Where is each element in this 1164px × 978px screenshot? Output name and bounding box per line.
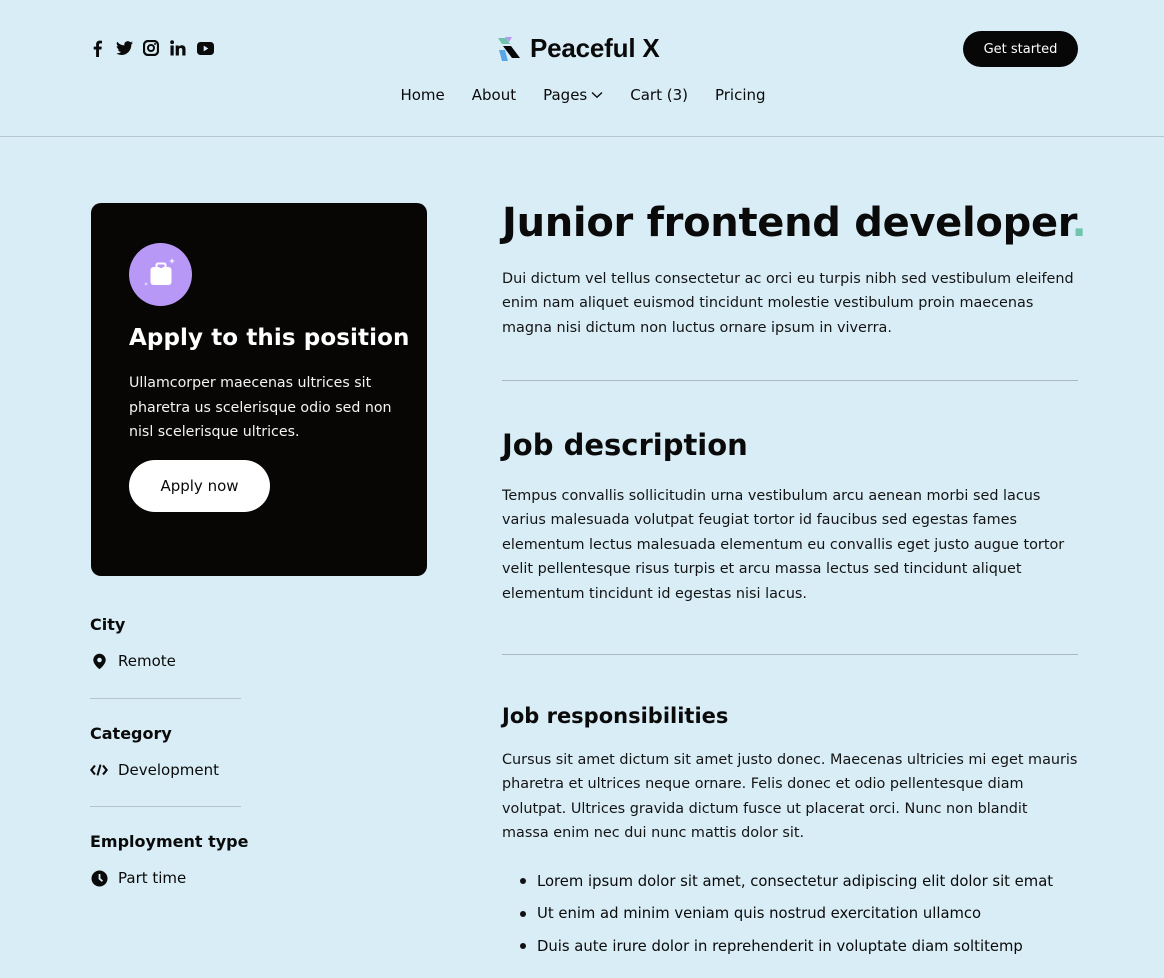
- employment-type-value-text: Part time: [118, 869, 187, 887]
- apply-now-button[interactable]: Apply now: [129, 460, 270, 512]
- nav-cart[interactable]: Cart (3): [630, 86, 688, 104]
- main-nav: Home About Pages Cart (3) Pricing: [0, 86, 1164, 104]
- job-title-dot: .: [1071, 200, 1087, 246]
- list-item-text: Lorem ipsum dolor sit amet, consectetur …: [537, 872, 1054, 890]
- job-description-text: Tempus convallis sollicitudin urna vesti…: [502, 488, 1065, 602]
- apply-card-title: Apply to this position: [129, 325, 410, 351]
- youtube-icon[interactable]: [196, 39, 214, 57]
- bullet-icon: [520, 910, 526, 917]
- nav-pricing[interactable]: Pricing: [715, 86, 766, 104]
- social-links: [88, 39, 214, 57]
- briefcase-icon: [143, 257, 175, 286]
- responsibilities-list: Lorem ipsum dolor sit amet, consectetur …: [520, 865, 1053, 963]
- category-value: Development: [90, 761, 219, 779]
- apply-card-text: Ullamcorper maecenas ultrices sit pharet…: [129, 375, 392, 440]
- apply-card: Apply to this position Ullamcorper maece…: [91, 203, 427, 576]
- list-item-text: Ut enim ad minim veniam quis nostrud exe…: [537, 905, 982, 923]
- job-intro: Dui dictum vel tellus consectetur ac orc…: [502, 271, 1074, 336]
- linkedin-icon[interactable]: [169, 39, 187, 57]
- nav-about[interactable]: About: [472, 86, 516, 104]
- category-value-text: Development: [118, 761, 219, 779]
- city-label: City: [90, 615, 126, 634]
- divider: [502, 380, 1078, 381]
- twitter-icon[interactable]: [115, 39, 133, 57]
- location-pin-icon: [90, 652, 108, 670]
- job-description-heading: Job description: [502, 428, 748, 462]
- divider: [90, 806, 241, 807]
- job-title-text: Junior frontend developer: [502, 200, 1072, 246]
- chevron-down-icon: [591, 91, 603, 99]
- employment-type-value: Part time: [90, 869, 186, 887]
- divider: [502, 654, 1078, 655]
- site-header: Peaceful X Get started Home About Pages …: [0, 0, 1164, 137]
- bullet-icon: [520, 878, 526, 885]
- job-responsibilities-heading: Job responsibilities: [502, 704, 729, 728]
- get-started-button[interactable]: Get started: [963, 31, 1078, 67]
- nav-pages[interactable]: Pages: [543, 86, 603, 104]
- logo[interactable]: Peaceful X: [496, 33, 660, 64]
- list-item: Lorem ipsum dolor sit amet, consectetur …: [520, 865, 1053, 898]
- code-icon: [90, 761, 108, 779]
- facebook-icon[interactable]: [88, 39, 106, 57]
- job-title: Junior frontend developer.: [502, 200, 1087, 246]
- city-value: Remote: [90, 652, 176, 670]
- divider: [90, 698, 241, 699]
- list-item-text: Duis aute irure dolor in reprehenderit i…: [537, 937, 1023, 955]
- logo-mark-icon: [498, 36, 520, 61]
- employment-type-label: Employment type: [90, 832, 249, 851]
- city-value-text: Remote: [118, 652, 176, 670]
- briefcase-badge: [129, 243, 192, 306]
- list-item: Duis aute irure dolor in reprehenderit i…: [520, 930, 1053, 963]
- page: Peaceful X Get started Home About Pages …: [0, 0, 1164, 978]
- clock-icon: [90, 869, 108, 887]
- logo-text: Peaceful X: [530, 33, 660, 63]
- nav-home[interactable]: Home: [400, 86, 444, 104]
- nav-pages-label: Pages: [543, 86, 588, 104]
- instagram-icon[interactable]: [142, 39, 160, 57]
- job-responsibilities-text: Cursus sit amet dictum sit amet justo do…: [502, 752, 1078, 842]
- category-label: Category: [90, 724, 172, 743]
- list-item: Ut enim ad minim veniam quis nostrud exe…: [520, 898, 1053, 931]
- bullet-icon: [520, 943, 526, 950]
